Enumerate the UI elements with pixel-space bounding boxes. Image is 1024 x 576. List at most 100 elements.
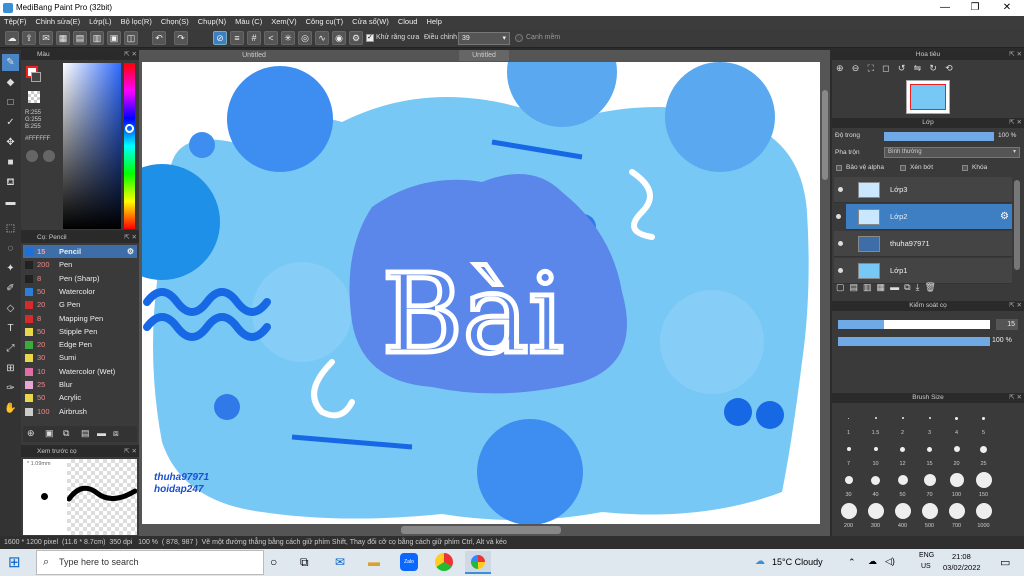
- brush-size-value[interactable]: 15: [996, 319, 1018, 330]
- comment-icon[interactable]: ✉: [39, 31, 53, 45]
- medibang-taskbar-icon[interactable]: [465, 551, 491, 574]
- input-language[interactable]: ENG: [919, 552, 934, 559]
- undo-icon[interactable]: ↶: [152, 31, 166, 45]
- brush-item[interactable]: 25 Blur: [23, 378, 137, 391]
- antialias-checkbox[interactable]: ✓: [366, 34, 374, 42]
- snap-curve-icon[interactable]: ∿: [315, 31, 329, 45]
- layer-row-selected[interactable]: Lớp2 ⚙: [846, 204, 1012, 230]
- panel-menu-icon[interactable]: ⇱ ✕: [1009, 393, 1022, 403]
- menu-file[interactable]: Tệp(F): [0, 16, 32, 26]
- menu-tools[interactable]: Công cụ(T): [302, 16, 349, 26]
- brush-size-cell[interactable]: 1: [836, 407, 861, 436]
- visibility-icon[interactable]: [838, 187, 843, 192]
- eraser-tool-icon[interactable]: ◆: [2, 74, 19, 91]
- select-tool-icon[interactable]: ⬚: [2, 220, 19, 237]
- new-layer-icon[interactable]: ▢: [836, 282, 845, 292]
- duplicate-layer-icon[interactable]: ⧉: [904, 282, 910, 292]
- brush-item[interactable]: 20 Edge Pen: [23, 338, 137, 351]
- brush-duplicate-icon[interactable]: ⧈: [113, 428, 119, 439]
- menu-help[interactable]: Help: [422, 16, 446, 26]
- adjust-select[interactable]: 39 ▾: [458, 32, 510, 45]
- new-halftone-layer-icon[interactable]: ▤: [850, 282, 859, 292]
- brush-size-cell[interactable]: 300: [863, 500, 888, 529]
- hide-icon[interactable]: ◫: [124, 31, 138, 45]
- snap-circle-icon[interactable]: ◎: [298, 31, 312, 45]
- brush-size-cell[interactable]: 12: [890, 438, 915, 467]
- clock-time[interactable]: 21:08: [952, 552, 971, 561]
- vertical-scrollbar[interactable]: [822, 90, 828, 180]
- palette-add-icon[interactable]: [43, 150, 55, 162]
- tray-chevron-icon[interactable]: ⌃: [848, 557, 856, 568]
- brush-size-cell[interactable]: 200: [836, 500, 861, 529]
- brush-size-cell[interactable]: 4: [944, 407, 969, 436]
- cloud-icon[interactable]: ☁: [5, 31, 19, 45]
- rotate-left-icon[interactable]: ↺: [898, 63, 906, 73]
- background-color-swatch[interactable]: [31, 72, 41, 82]
- brush-settings-gear-icon[interactable]: ⚙: [127, 245, 134, 258]
- maximize-button[interactable]: ❐: [960, 1, 990, 15]
- blend-mode-select[interactable]: Bình thường ▾: [884, 147, 1020, 158]
- lock-checkbox[interactable]: [962, 165, 968, 171]
- hand-tool-icon[interactable]: ✋: [2, 400, 19, 417]
- brush-size-cell[interactable]: 5: [971, 407, 996, 436]
- visibility-icon[interactable]: [836, 214, 841, 219]
- check-tool-icon[interactable]: ✓: [2, 114, 19, 131]
- file-explorer-icon[interactable]: ▬: [368, 555, 380, 569]
- menu-edit[interactable]: Chỉnh sửa(E): [32, 16, 86, 26]
- brush-settings-icon[interactable]: ▣: [45, 428, 54, 439]
- layer-row[interactable]: Lớp3: [834, 177, 1012, 203]
- brush-size-cell[interactable]: 100: [944, 469, 969, 498]
- weather-text[interactable]: 15°C Cloudy: [772, 557, 823, 567]
- cortana-icon[interactable]: ○: [270, 555, 277, 569]
- snap-cross-icon[interactable]: #: [247, 31, 261, 45]
- new-8bit-layer-icon[interactable]: ▥: [863, 282, 872, 292]
- brush-item[interactable]: 50 Stipple Pen: [23, 325, 137, 338]
- panel-menu-icon[interactable]: ⇱ ✕: [124, 50, 137, 60]
- reset-view-icon[interactable]: ⟲: [945, 63, 953, 73]
- brush-size-cell[interactable]: 400: [890, 500, 915, 529]
- merge-down-icon[interactable]: ⤓: [916, 282, 920, 292]
- brush-size-cell[interactable]: 40: [863, 469, 888, 498]
- visibility-icon[interactable]: [838, 268, 843, 273]
- panel-menu-icon[interactable]: ⇱ ✕: [1009, 50, 1022, 60]
- panel-menu-icon[interactable]: ⇱ ✕: [1009, 301, 1022, 311]
- brush-item[interactable]: 50 Acrylic: [23, 391, 137, 404]
- text-tool-icon[interactable]: T: [2, 320, 19, 337]
- menu-capture[interactable]: Chụp(N): [194, 16, 231, 26]
- settings-gear-icon[interactable]: ⚙: [349, 31, 363, 45]
- task-view-icon[interactable]: ⧉: [300, 555, 309, 570]
- brush-item[interactable]: 30 Sumi: [23, 351, 137, 364]
- layer-opacity-slider[interactable]: [884, 132, 994, 141]
- brush-edit-icon[interactable]: ▤: [81, 428, 90, 439]
- brush-item[interactable]: 10 Watercolor (Wet): [23, 365, 137, 378]
- brush-size-cell[interactable]: 7: [836, 438, 861, 467]
- menu-window[interactable]: Cửa sổ(W): [348, 16, 394, 26]
- fit-icon[interactable]: ⛶: [868, 63, 874, 73]
- protect-alpha-checkbox[interactable]: [836, 165, 842, 171]
- taskbar-search-input[interactable]: ⌕ Type here to search: [36, 550, 264, 575]
- pen-tool-icon[interactable]: ✎: [2, 54, 19, 71]
- brush-copy-icon[interactable]: ⧉: [63, 428, 69, 439]
- brush-size-slider[interactable]: [838, 320, 990, 329]
- brush-size-cell[interactable]: 1.5: [863, 407, 888, 436]
- visibility-icon[interactable]: [838, 241, 843, 246]
- zalo-icon[interactable]: Zalo: [400, 553, 418, 571]
- page-icon[interactable]: ▤: [73, 31, 87, 45]
- divide-tool-icon[interactable]: ⊞: [2, 360, 19, 377]
- snap-radial-icon[interactable]: ✳: [281, 31, 295, 45]
- navigator-thumbnail[interactable]: [906, 80, 950, 114]
- layer-row[interactable]: Lớp1: [834, 258, 1012, 284]
- tab-untitled-1[interactable]: Untitled: [229, 50, 279, 61]
- export-icon[interactable]: ⇪: [22, 31, 36, 45]
- brush-size-cell[interactable]: 500: [917, 500, 942, 529]
- snap-circle2-icon[interactable]: ◉: [332, 31, 346, 45]
- mail-icon[interactable]: ✉: [335, 555, 345, 569]
- select-eraser-tool-icon[interactable]: ◇: [2, 300, 19, 317]
- lasso-tool-icon[interactable]: ◌: [2, 240, 19, 257]
- panel-menu-icon[interactable]: ⇱ ✕: [124, 447, 137, 457]
- tab-untitled-2[interactable]: Untitled: [459, 50, 509, 61]
- menu-cloud[interactable]: Cloud: [394, 16, 423, 26]
- minimize-button[interactable]: —: [930, 1, 960, 15]
- operation-tool-icon[interactable]: ⤢: [2, 340, 19, 357]
- brush-size-cell[interactable]: 15: [917, 438, 942, 467]
